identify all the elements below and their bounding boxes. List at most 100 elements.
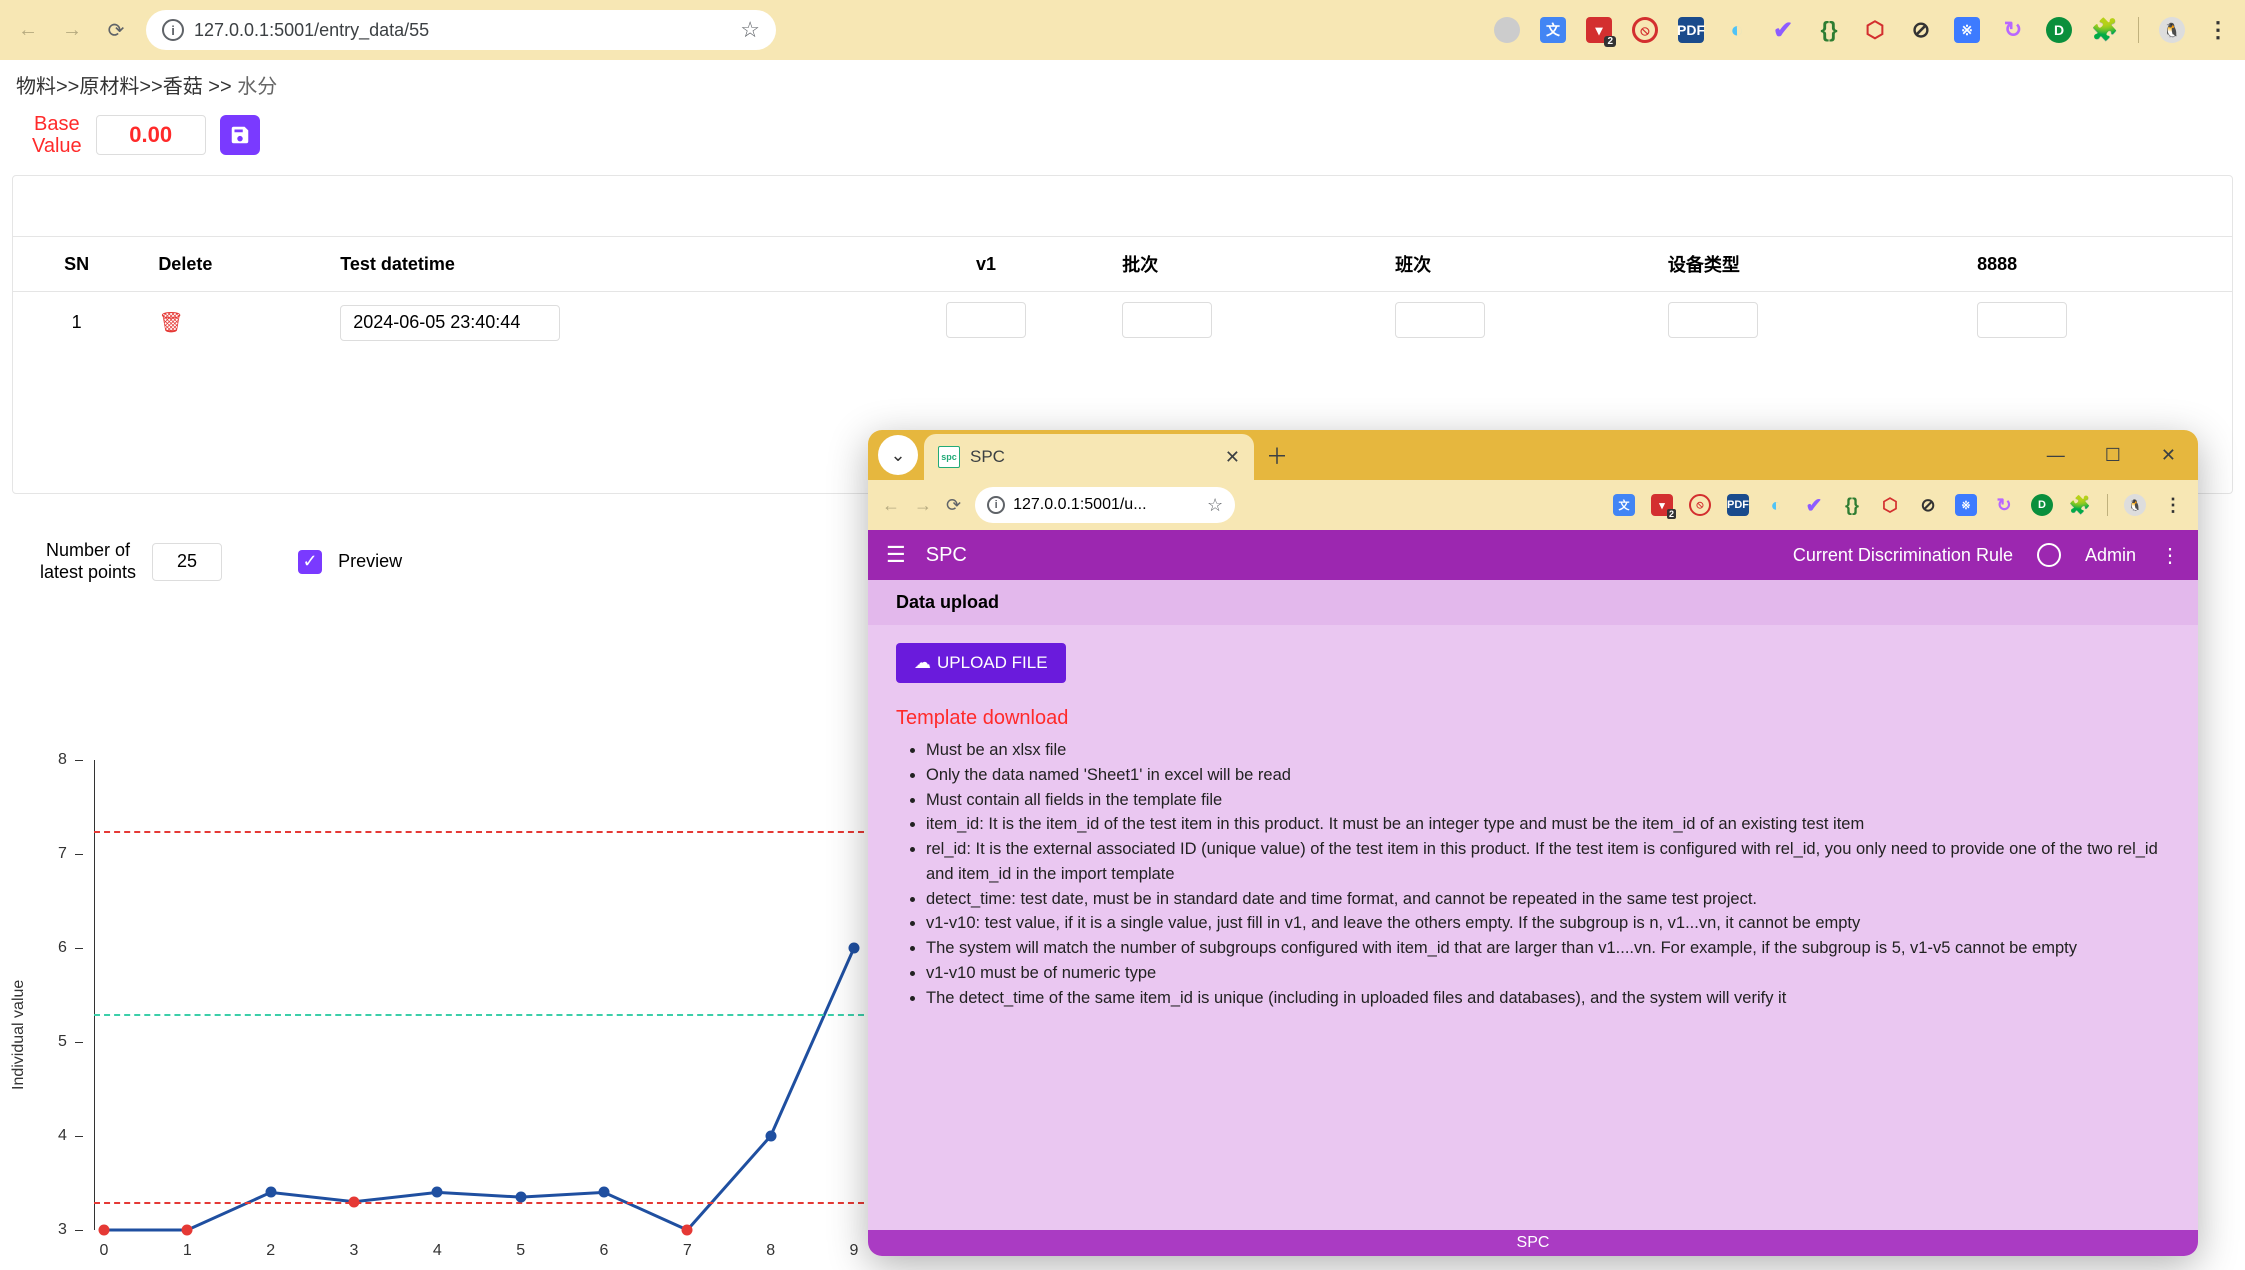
ext-icon-swirl[interactable]: ◐ xyxy=(1765,494,1787,516)
chart-point[interactable] xyxy=(765,1131,776,1142)
th-8888: 8888 xyxy=(1959,237,2232,292)
popup-reload-button[interactable]: ⟳ xyxy=(946,495,961,516)
ext-icon-check[interactable]: ✔ xyxy=(1803,494,1825,516)
browser-tab[interactable]: spc SPC ✕ xyxy=(924,434,1254,480)
chart-point[interactable] xyxy=(515,1192,526,1203)
ext-icon-translate[interactable]: 文 xyxy=(1540,17,1566,43)
upload-file-button[interactable]: ☁UPLOAD FILE xyxy=(896,643,1066,683)
rules-list: Must be an xlsx fileOnly the data named … xyxy=(926,738,2170,1010)
tab-title: SPC xyxy=(970,447,1215,467)
new-tab-button[interactable]: ＋ xyxy=(1266,439,1288,471)
breadcrumb-seg-2[interactable]: 原材料 xyxy=(79,76,139,98)
reference-line-lcl xyxy=(94,1202,864,1204)
browser-toolbar: ← → ⟳ i 127.0.0.1:5001/entry_data/55 ☆ 文… xyxy=(0,0,2245,60)
ext-icon-block[interactable]: ⊘ xyxy=(1917,494,1939,516)
ext-icon-translate[interactable]: 文 xyxy=(1613,494,1635,516)
tab-favicon-icon: spc xyxy=(938,446,960,468)
close-window-icon[interactable]: ✕ xyxy=(2161,445,2176,466)
x-tick: 0 xyxy=(100,1242,109,1260)
c8888-input[interactable] xyxy=(1977,302,2067,338)
ext-icon-green-braces[interactable]: {} xyxy=(1816,17,1842,43)
y-tick: 3 xyxy=(58,1221,67,1239)
popup-bookmark-star-icon[interactable]: ☆ xyxy=(1207,495,1223,516)
ext-icon-pdf[interactable]: PDF xyxy=(1727,494,1749,516)
ext-icon-green-braces[interactable]: {} xyxy=(1841,494,1863,516)
ext-icon-pdf[interactable]: PDF xyxy=(1678,17,1704,43)
chart-point[interactable] xyxy=(599,1187,610,1198)
profile-avatar-icon[interactable]: 🐧 xyxy=(2159,17,2185,43)
ext-icon-history[interactable]: ↻ xyxy=(2000,17,2026,43)
address-bar[interactable]: i 127.0.0.1:5001/entry_data/55 ☆ xyxy=(146,10,776,50)
ext-icon-noentry[interactable]: ⦸ xyxy=(1689,494,1711,516)
extensions-puzzle-icon[interactable]: 🧩 xyxy=(2092,17,2118,43)
popup-site-info-icon[interactable]: i xyxy=(987,496,1005,514)
ext-icon-block[interactable]: ⊘ xyxy=(1908,17,1934,43)
ext-icon-swirl[interactable]: ◐ xyxy=(1724,17,1750,43)
chart-plot-area: 3456780123456789 xyxy=(94,760,864,1230)
delete-row-icon[interactable]: 🗑 xyxy=(158,312,183,334)
shift-input[interactable] xyxy=(1395,302,1485,338)
v1-input[interactable] xyxy=(946,302,1026,338)
popup-back-button[interactable]: ← xyxy=(882,495,900,516)
list-item: detect_time: test date, must be in stand… xyxy=(926,887,2170,912)
chart-point[interactable] xyxy=(349,1196,360,1207)
ext-icon-shield[interactable]: ⬡ xyxy=(1879,494,1901,516)
chart-point[interactable] xyxy=(99,1225,110,1236)
ext-icon-red-badge[interactable]: ▾2 xyxy=(1651,494,1673,516)
ext-icon-grey-circle[interactable] xyxy=(1494,17,1520,43)
app-menu-icon[interactable]: ⋮ xyxy=(2160,543,2180,568)
ext-icon-shield[interactable]: ⬡ xyxy=(1862,17,1888,43)
save-button[interactable] xyxy=(220,115,260,155)
breadcrumb-seg-1[interactable]: 物料 xyxy=(16,76,56,98)
minimize-icon[interactable]: ― xyxy=(2047,445,2065,466)
list-item: v1-v10: test value, if it is a single va… xyxy=(926,911,2170,936)
app-title: SPC xyxy=(926,544,967,567)
ext-icon-red-badge[interactable]: ▾2 xyxy=(1586,17,1612,43)
back-button[interactable]: ← xyxy=(14,16,42,44)
tab-search-button[interactable]: ⌄ xyxy=(878,435,918,475)
chart-point[interactable] xyxy=(182,1225,193,1236)
profile-avatar-icon[interactable]: 🐧 xyxy=(2124,494,2146,516)
ext-icon-noentry[interactable]: ⦸ xyxy=(1632,17,1658,43)
ext-icon-history[interactable]: ↻ xyxy=(1993,494,2015,516)
ext-icon-blue-square[interactable]: ※ xyxy=(1954,17,1980,43)
forward-button[interactable]: → xyxy=(58,16,86,44)
data-table: SN Delete Test datetime v1 批次 班次 设备类型 88… xyxy=(13,236,2232,353)
ext-icon-green-d[interactable]: D xyxy=(2031,494,2053,516)
datetime-input[interactable]: 2024-06-05 23:40:44 xyxy=(340,305,560,341)
th-sn: SN xyxy=(13,237,140,292)
discrimination-rule-link[interactable]: Current Discrimination Rule xyxy=(1793,545,2013,566)
y-tick: 6 xyxy=(58,939,67,957)
popup-browser-menu-icon[interactable]: ⋮ xyxy=(2162,494,2184,516)
popup-address-bar[interactable]: i 127.0.0.1:5001/u... ☆ xyxy=(975,487,1235,523)
template-download-link[interactable]: Template download xyxy=(896,707,2170,730)
reload-button[interactable]: ⟳ xyxy=(102,16,130,44)
chart-point[interactable] xyxy=(432,1187,443,1198)
ext-icon-check[interactable]: ✔ xyxy=(1770,17,1796,43)
site-info-icon[interactable]: i xyxy=(162,19,184,41)
chart-point[interactable] xyxy=(682,1225,693,1236)
chart-point[interactable] xyxy=(265,1187,276,1198)
theme-palette-icon[interactable] xyxy=(2037,543,2061,567)
ext-icon-green-d[interactable]: D xyxy=(2046,17,2072,43)
popup-titlebar[interactable]: ⌄ spc SPC ✕ ＋ ― ☐ ✕ xyxy=(868,430,2198,480)
bookmark-star-icon[interactable]: ☆ xyxy=(740,17,760,43)
maximize-icon[interactable]: ☐ xyxy=(2105,445,2121,466)
base-value-input[interactable]: 0.00 xyxy=(96,115,206,155)
user-label[interactable]: Admin xyxy=(2085,545,2136,566)
extensions-puzzle-icon[interactable]: 🧩 xyxy=(2069,494,2091,516)
hamburger-menu-icon[interactable]: ☰ xyxy=(886,542,906,568)
breadcrumb-seg-3[interactable]: 香菇 xyxy=(163,76,203,98)
num-points-input[interactable]: 25 xyxy=(152,543,222,581)
cell-shift xyxy=(1377,292,1650,354)
reference-line-ucl xyxy=(94,831,864,833)
device-input[interactable] xyxy=(1668,302,1758,338)
popup-forward-button[interactable]: → xyxy=(914,495,932,516)
browser-menu-icon[interactable]: ⋮ xyxy=(2205,17,2231,43)
tab-close-icon[interactable]: ✕ xyxy=(1225,447,1240,468)
preview-checkbox[interactable]: ✓ xyxy=(298,550,322,574)
chart-point[interactable] xyxy=(849,943,860,954)
batch-input[interactable] xyxy=(1122,302,1212,338)
cloud-upload-icon: ☁ xyxy=(914,653,931,673)
ext-icon-blue-square[interactable]: ※ xyxy=(1955,494,1977,516)
